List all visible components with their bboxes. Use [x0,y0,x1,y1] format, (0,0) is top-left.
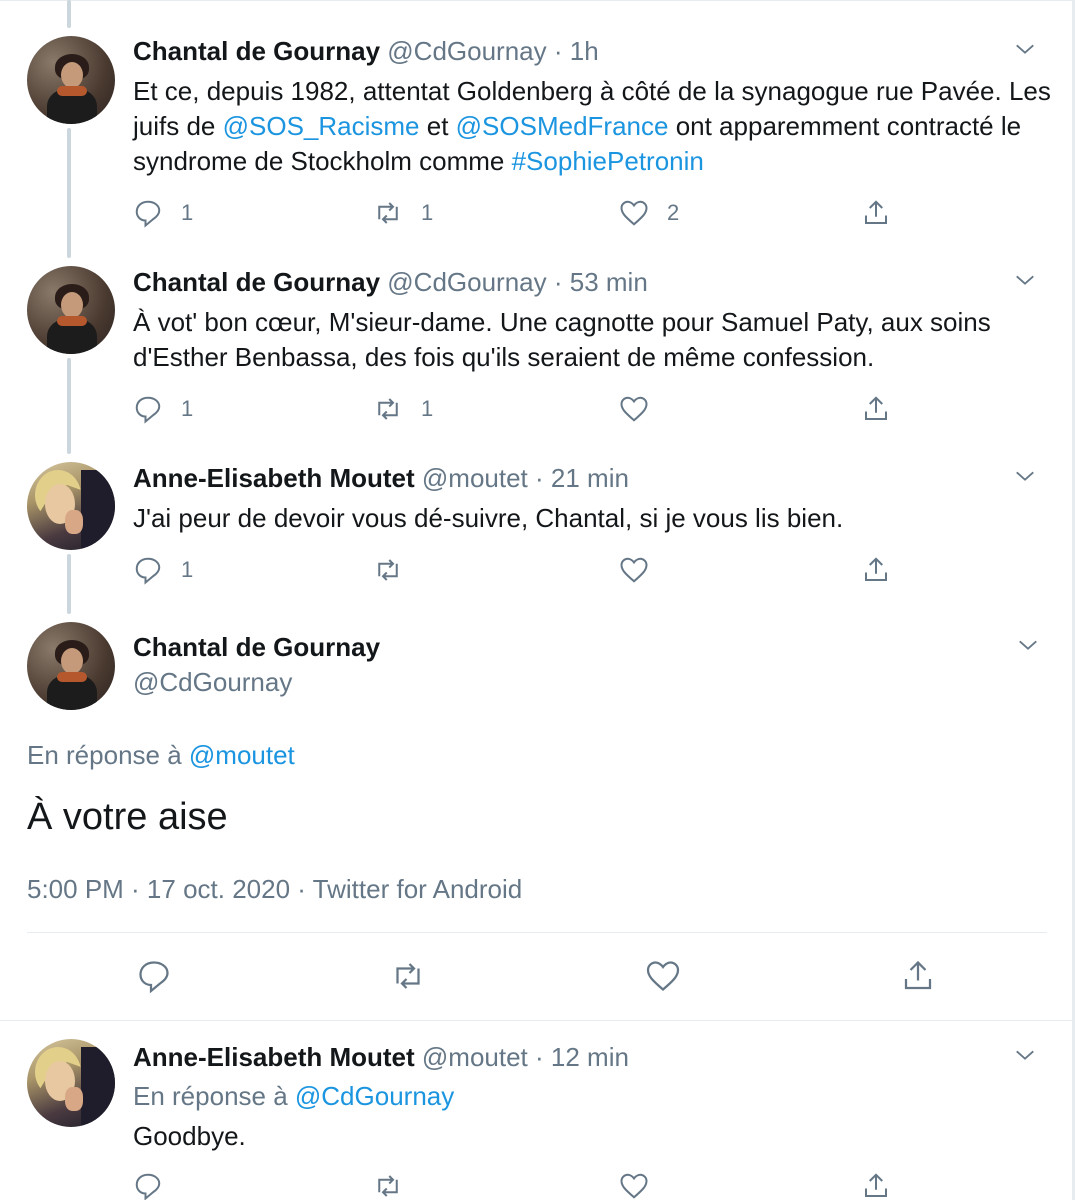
tweet[interactable]: Anne-Elisabeth Moutet @moutet · 12 min E… [0,1021,1072,1200]
display-name[interactable]: Anne-Elisabeth Moutet [133,463,415,493]
retweet-icon [378,559,398,581]
share-icon [865,1173,887,1197]
like-icon [646,961,680,991]
retweet-button[interactable]: 1 [373,392,433,426]
handle[interactable]: @moutet [422,1042,528,1072]
chevron-down-icon[interactable] [1017,634,1039,656]
handle[interactable]: @CdGournay [387,36,546,66]
share-button[interactable] [861,392,891,426]
retweet-button[interactable] [373,1169,403,1200]
reply-count: 1 [181,200,194,225]
handle[interactable]: @CdGournay [387,267,546,297]
tweet-text: J'ai peur de devoir vous dé-suivre, Chan… [133,503,844,533]
mention-link[interactable]: @moutet [189,740,295,770]
like-icon [620,557,648,583]
tweet[interactable]: Chantal de Gournay @CdGournay · 1h Et ce… [0,0,1072,250]
display-name[interactable]: Chantal de Gournay [133,36,380,66]
handle[interactable]: @moutet [422,463,528,493]
like-button[interactable] [619,1169,649,1200]
share-icon [865,557,887,581]
share-button[interactable] [861,196,891,230]
share-button[interactable] [900,958,936,994]
chevron-down-icon[interactable] [1014,269,1036,291]
reply-count: 1 [181,557,194,582]
reply-icon [135,396,161,424]
mention-link[interactable]: @CdGournay [295,1081,454,1111]
tweet-header: Chantal de Gournay @CdGournay · 53 min [133,267,648,298]
tweet[interactable]: Anne-Elisabeth Moutet @moutet · 21 min J… [0,450,1072,615]
tweet-header: Chantal de Gournay @CdGournay · 1h [133,36,599,67]
timestamp[interactable]: · 53 min [554,267,648,297]
reply-icon [135,200,161,228]
retweet-icon [378,202,398,224]
display-name[interactable]: Chantal de Gournay [133,632,380,663]
display-name[interactable]: Anne-Elisabeth Moutet [133,1042,415,1072]
share-button[interactable] [861,553,891,587]
tweet-header: Anne-Elisabeth Moutet @moutet · 21 min [133,463,629,494]
reply-icon [139,961,169,994]
reply-icon [135,557,161,585]
retweet-icon [378,1175,398,1197]
mention-link[interactable]: @SOS_Racisme [223,111,420,141]
chevron-down-icon[interactable] [1014,1044,1036,1066]
share-button[interactable] [861,1169,891,1200]
retweet-button[interactable] [390,958,426,994]
like-icon [620,1173,648,1199]
tweet-actions: 1 [133,553,913,587]
reply-context: En réponse à @CdGournay [133,1081,455,1111]
like-count: 2 [667,200,680,225]
timestamp[interactable]: · 1h [554,36,599,66]
like-button[interactable]: 2 [619,196,679,230]
tweet-text: Goodbye. [133,1121,246,1151]
tweet-text: Et ce, depuis 1982, attentat Goldenberg … [133,76,1051,176]
retweet-button[interactable]: 1 [373,196,433,230]
divider [27,932,1047,933]
tweet-text: À votre aise [27,796,228,838]
share-icon [904,960,932,990]
retweet-button[interactable] [373,553,403,587]
tweet-timestamp[interactable]: 5:00 PM · 17 oct. 2020 · Twitter for And… [27,874,522,905]
reply-icon [135,1173,161,1200]
retweet-icon [378,398,398,420]
tweet-header: Anne-Elisabeth Moutet @moutet · 12 min [133,1042,629,1073]
avatar[interactable] [27,36,115,124]
tweet-actions [133,1169,913,1200]
tweet-actions: 1 1 [133,392,913,426]
reply-button[interactable]: 1 [133,392,193,426]
chevron-down-icon[interactable] [1014,465,1036,487]
avatar[interactable] [27,462,115,550]
tweet-actions [0,958,1072,998]
avatar[interactable] [27,266,115,354]
avatar[interactable] [27,1039,115,1127]
retweet-icon [396,963,420,989]
tweet[interactable]: Chantal de Gournay @CdGournay · 53 min À… [0,250,1072,450]
retweet-count: 1 [421,396,434,421]
reply-count: 1 [181,396,194,421]
reply-button[interactable]: 1 [133,553,193,587]
like-button[interactable] [619,392,649,426]
mention-link[interactable]: @SOSMedFrance [456,111,669,141]
like-icon [620,200,648,226]
share-icon [865,200,887,224]
retweet-count: 1 [421,200,434,225]
reply-button[interactable] [136,958,172,994]
like-icon [620,396,648,422]
tweet-text: À vot' bon cœur, M'sieur-dame. Une cagno… [133,307,991,372]
hashtag-link[interactable]: #SophiePetronin [512,146,704,176]
like-button[interactable] [645,958,681,994]
handle[interactable]: @CdGournay [133,667,292,698]
reply-button[interactable]: 1 [133,196,193,230]
avatar[interactable] [27,622,115,710]
reply-button[interactable] [133,1169,163,1200]
like-button[interactable] [619,553,649,587]
display-name[interactable]: Chantal de Gournay [133,267,380,297]
reply-context: En réponse à @moutet [27,740,295,770]
tweet-actions: 1 1 2 [133,196,913,230]
chevron-down-icon[interactable] [1014,38,1036,60]
timestamp[interactable]: · 21 min [535,463,629,493]
share-icon [865,396,887,420]
timestamp[interactable]: · 12 min [535,1042,629,1072]
